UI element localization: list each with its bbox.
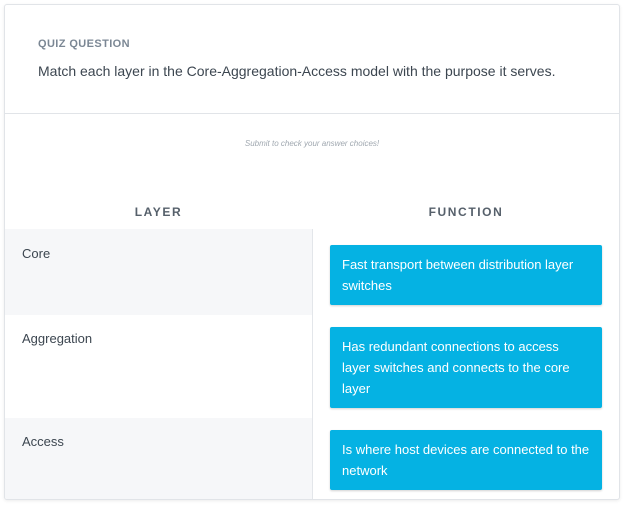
submit-hint: Submit to check your answer choices!: [244, 139, 380, 148]
table-row-access: Access: [5, 418, 312, 499]
layer-label-aggregation: Aggregation: [22, 331, 93, 346]
column-header-layer: LAYER: [134, 205, 183, 219]
column-header-function: FUNCTION: [428, 205, 504, 219]
answer-option-core[interactable]: Fast transport between distribution laye…: [330, 245, 602, 305]
table-row-core: Core: [5, 229, 312, 315]
answer-option-aggregation[interactable]: Has redundant connections to access laye…: [330, 327, 602, 408]
quiz-eyebrow: QUIZ QUESTION: [38, 38, 130, 50]
quiz-header: QUIZ QUESTION Match each layer in the Co…: [5, 5, 619, 114]
quiz-card: QUIZ QUESTION Match each layer in the Co…: [4, 4, 620, 500]
column-divider: [312, 229, 313, 499]
layer-label-core: Core: [22, 246, 51, 261]
answer-option-access[interactable]: Is where host devices are connected to t…: [330, 430, 602, 490]
question-prompt: Match each layer in the Core-Aggregation…: [38, 63, 556, 79]
layer-label-access: Access: [22, 434, 64, 449]
table-row-aggregation: Aggregation: [5, 315, 312, 418]
